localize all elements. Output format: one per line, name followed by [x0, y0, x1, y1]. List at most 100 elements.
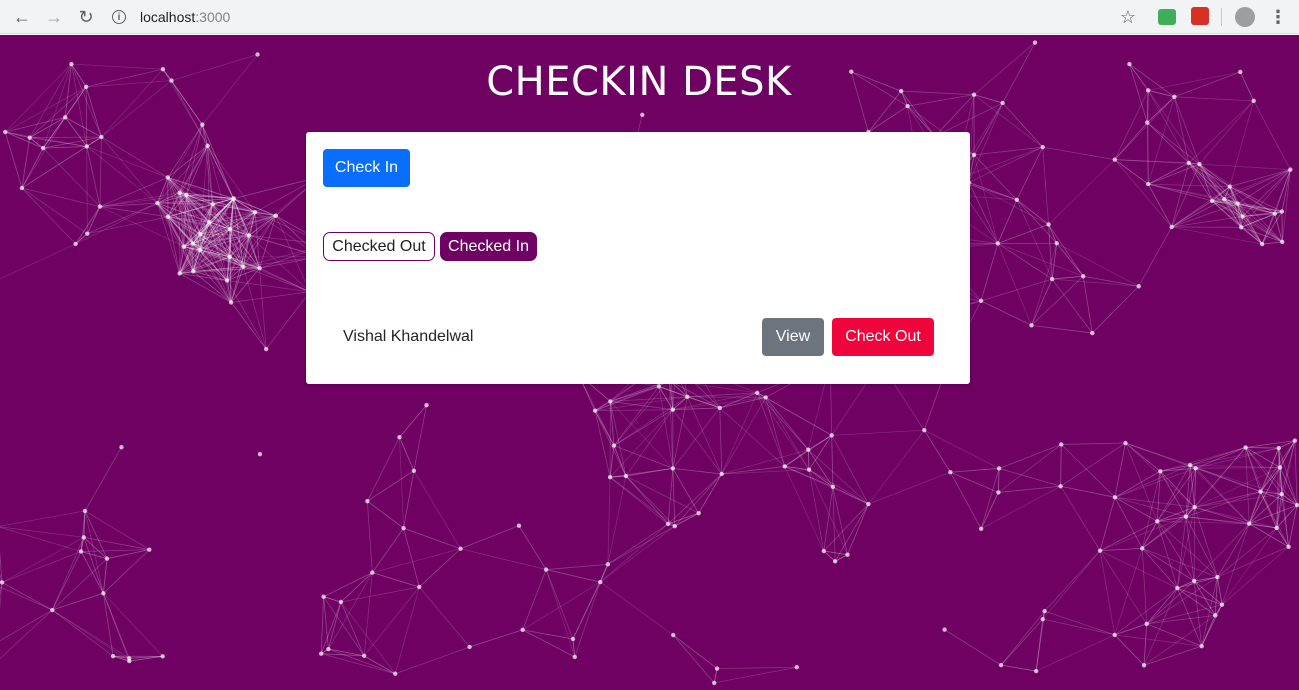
network-line: [1114, 96, 1175, 160]
check-in-button[interactable]: Check In: [323, 149, 410, 187]
back-arrow-icon[interactable]: ←: [10, 5, 34, 29]
network-node: [1081, 274, 1086, 279]
menu-dots-icon[interactable]: ⋮: [1266, 5, 1290, 29]
check-out-button[interactable]: Check Out: [832, 318, 934, 356]
network-line: [609, 445, 615, 478]
network-line: [667, 512, 699, 525]
checkin-card: Check In Checked Out Checked In Vishal K…: [306, 132, 970, 384]
network-line: [625, 475, 676, 527]
url-host: localhost: [140, 9, 196, 25]
network-line: [600, 525, 676, 583]
network-line: [807, 449, 810, 470]
network-node: [1192, 504, 1197, 510]
network-line: [808, 469, 848, 555]
network-node: [1097, 548, 1103, 553]
star-icon[interactable]: ☆: [1116, 5, 1140, 29]
network-node: [922, 428, 927, 433]
network-line: [460, 548, 547, 570]
network-line: [21, 117, 66, 189]
network-node: [685, 394, 690, 400]
network-line: [667, 468, 674, 524]
network-line: [1245, 447, 1250, 524]
network-node: [1191, 578, 1197, 584]
network-node: [1059, 442, 1064, 447]
filter-checked-out[interactable]: Checked Out: [323, 232, 435, 261]
network-node: [1183, 514, 1189, 519]
network-line: [674, 512, 699, 527]
network-node: [1112, 157, 1117, 162]
network-node: [411, 468, 417, 473]
network-line: [1142, 548, 1195, 582]
network-line: [320, 601, 342, 654]
forward-arrow-icon[interactable]: →: [42, 5, 66, 29]
network-node: [228, 300, 234, 305]
network-line: [1052, 275, 1084, 280]
view-button[interactable]: View: [762, 318, 824, 356]
network-node: [1197, 161, 1202, 167]
network-line: [998, 468, 1000, 493]
toolbar-divider: [1221, 8, 1222, 26]
extension-icon[interactable]: [1158, 9, 1176, 25]
network-node: [393, 671, 398, 676]
network-line: [980, 243, 999, 301]
network-line: [366, 501, 373, 573]
extension-icon[interactable]: [1191, 7, 1209, 25]
network-node: [73, 241, 78, 247]
network-line: [363, 586, 420, 657]
network-line: [367, 500, 404, 529]
address-bar[interactable]: i localhost:3000: [112, 4, 1092, 30]
network-node: [1286, 544, 1291, 550]
network-node: [665, 521, 671, 527]
network-line: [1035, 619, 1044, 672]
network-node: [1090, 330, 1095, 336]
network-line: [1194, 467, 1281, 508]
network-node: [3, 129, 8, 135]
url-port: :3000: [195, 9, 231, 25]
network-line: [1100, 547, 1143, 552]
network-node: [607, 474, 613, 480]
network-line: [831, 435, 834, 487]
network-node: [81, 535, 87, 540]
profile-avatar-icon[interactable]: [1235, 7, 1255, 27]
network-line: [86, 206, 101, 234]
filter-checked-in[interactable]: Checked In: [440, 232, 537, 261]
network-line: [403, 470, 415, 529]
network-line: [610, 401, 673, 411]
network-line: [84, 447, 122, 512]
network-line: [1281, 494, 1290, 547]
network-node: [948, 470, 953, 475]
network-line: [823, 503, 869, 552]
network-line: [1083, 275, 1139, 287]
network-node: [110, 653, 116, 659]
network-line: [613, 396, 688, 446]
network-node: [671, 632, 676, 638]
network-line: [997, 243, 1032, 326]
network-line: [998, 444, 1062, 469]
network-node: [978, 526, 984, 531]
network-line: [518, 525, 547, 570]
network-node: [1209, 198, 1215, 204]
reload-icon[interactable]: ↻: [74, 5, 98, 29]
network-line: [607, 523, 669, 565]
network-line: [1146, 576, 1218, 625]
network-line: [1141, 548, 1178, 589]
network-line: [51, 537, 85, 611]
network-line: [399, 437, 404, 529]
network-node: [205, 143, 210, 148]
network-line: [546, 563, 608, 570]
network-node: [160, 654, 165, 659]
network-line: [1146, 587, 1178, 625]
network-line: [1201, 604, 1223, 647]
page-background: CHECKIN DESK Check In Checked Out Checke…: [0, 35, 1299, 690]
network-node: [273, 213, 279, 218]
network-node: [165, 214, 171, 220]
info-icon[interactable]: i: [112, 10, 126, 24]
network-line: [363, 655, 396, 675]
network-line: [103, 549, 150, 594]
network-node: [1199, 643, 1204, 649]
network-line: [1195, 467, 1281, 469]
network-node: [656, 384, 662, 389]
network-node: [257, 451, 263, 457]
network-node: [227, 226, 233, 232]
network-node: [99, 134, 104, 140]
